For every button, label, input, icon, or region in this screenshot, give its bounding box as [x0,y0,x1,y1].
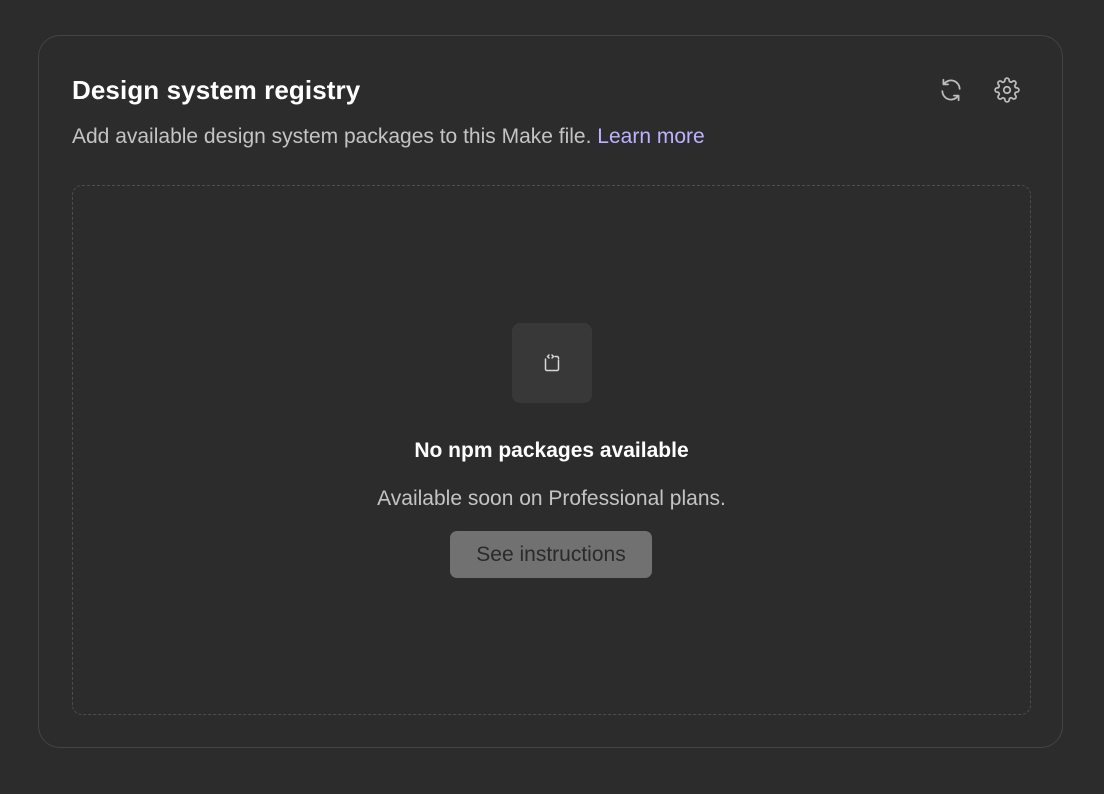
packages-empty-area: No npm packages available Available soon… [72,185,1031,715]
empty-state-title: No npm packages available [414,439,689,462]
empty-state-description: Available soon on Professional plans. [377,487,726,510]
learn-more-link[interactable]: Learn more [597,125,704,148]
gear-icon [994,77,1020,103]
code-file-icon [544,354,560,372]
card-title: Design system registry [72,75,361,105]
see-instructions-button[interactable]: See instructions [450,531,652,578]
refresh-icon [941,78,961,102]
design-system-registry-card: Design system registry Add available des… [38,35,1063,748]
refresh-button[interactable] [935,74,967,106]
description-text: Add available design system packages to … [72,125,592,148]
empty-state-icon-box [512,323,592,403]
settings-button[interactable] [991,74,1023,106]
card-description: Add available design system packages to … [72,122,705,152]
